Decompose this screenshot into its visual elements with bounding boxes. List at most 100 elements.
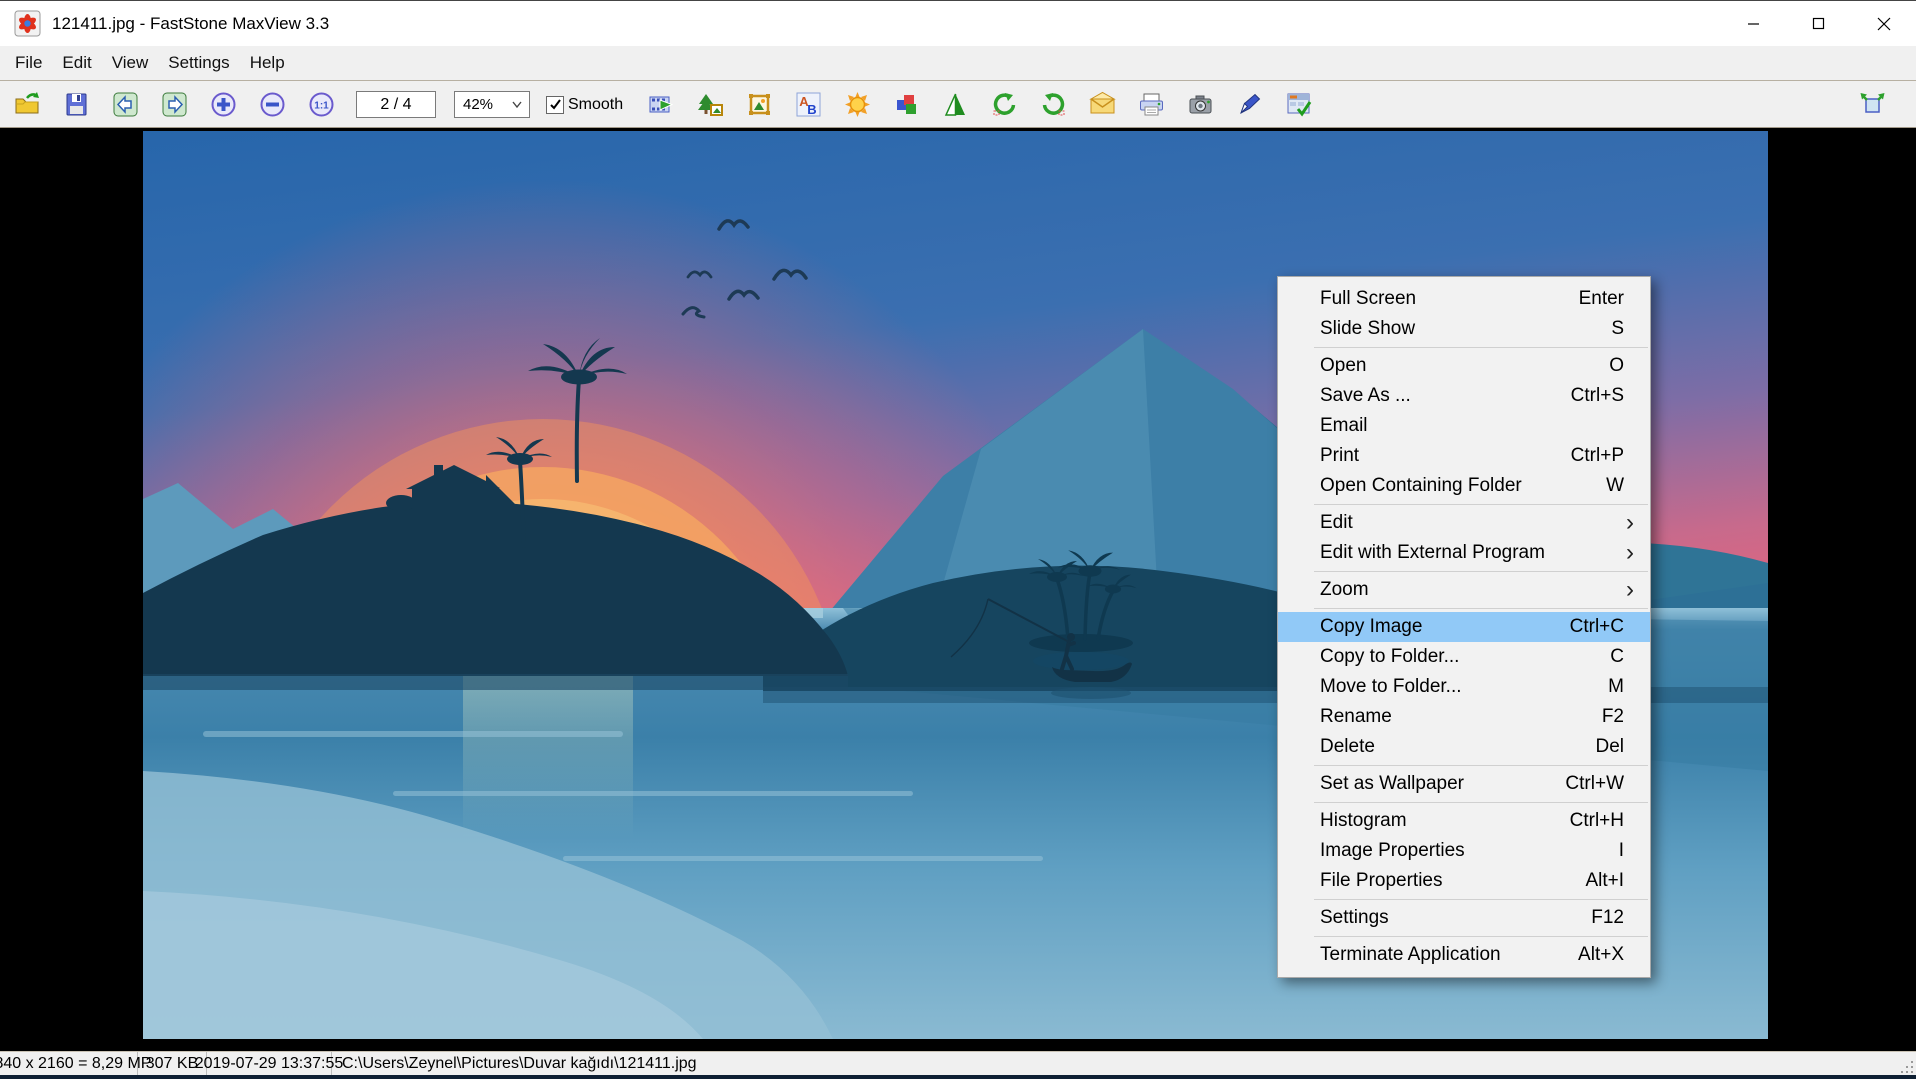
menubar-item-settings[interactable]: Settings (158, 49, 239, 77)
toolbar-edit-group: AB (647, 91, 1333, 119)
previous-image-button[interactable] (111, 91, 139, 119)
zoom-level-value: 42% (463, 96, 493, 113)
menu-item-label: Image Properties (1320, 840, 1619, 862)
crop-icon (746, 91, 773, 118)
menu-item-label: Edit (1320, 512, 1626, 534)
menu-item-shortcut: W (1606, 475, 1624, 497)
resize-button[interactable] (696, 91, 724, 119)
screen-capture-button[interactable] (1186, 91, 1214, 119)
menu-item-terminate-application[interactable]: Terminate ApplicationAlt+X (1278, 940, 1650, 970)
fullscreen-icon (1859, 91, 1886, 118)
menu-item-shortcut: F2 (1602, 706, 1624, 728)
page-indicator[interactable]: 2 / 4 (356, 91, 436, 118)
zoom-in-icon (210, 91, 237, 118)
rotate-right-button[interactable] (1039, 91, 1067, 119)
menu-item-settings[interactable]: SettingsF12 (1278, 903, 1650, 933)
adjust-colors-button[interactable]: AB (794, 91, 822, 119)
menu-item-open[interactable]: OpenO (1278, 351, 1650, 381)
menu-item-save-as[interactable]: Save As ...Ctrl+S (1278, 381, 1650, 411)
menubar-item-file[interactable]: File (5, 49, 52, 77)
open-button[interactable] (13, 91, 41, 119)
zoom-in-button[interactable] (209, 91, 237, 119)
actual-size-button[interactable]: 1:1 (307, 91, 335, 119)
menu-item-label: Delete (1320, 736, 1595, 758)
menu-item-shortcut: Ctrl+H (1570, 810, 1624, 832)
colors-button[interactable] (892, 91, 920, 119)
slideshow-button[interactable] (647, 91, 675, 119)
menu-item-open-containing-folder[interactable]: Open Containing FolderW (1278, 471, 1650, 501)
zoom-out-button[interactable] (258, 91, 286, 119)
menu-item-copy-image[interactable]: Copy ImageCtrl+C (1278, 612, 1650, 642)
menubar-item-edit[interactable]: Edit (52, 49, 101, 77)
rotate-left-button[interactable] (990, 91, 1018, 119)
menu-item-label: Rename (1320, 706, 1602, 728)
printer-icon (1138, 91, 1165, 118)
menu-item-set-as-wallpaper[interactable]: Set as WallpaperCtrl+W (1278, 769, 1650, 799)
maximize-button[interactable] (1786, 1, 1851, 46)
window-controls (1721, 1, 1916, 46)
smooth-checkbox[interactable] (546, 96, 564, 114)
menu-separator (1314, 936, 1648, 937)
menu-item-label: Settings (1320, 907, 1591, 929)
menu-item-label: Zoom (1320, 579, 1626, 601)
draw-button[interactable] (1235, 91, 1263, 119)
menu-item-rename[interactable]: RenameF2 (1278, 702, 1650, 732)
letters-ab-icon: AB (795, 91, 822, 118)
menu-item-label: Open (1320, 355, 1609, 377)
menu-item-shortcut: Alt+X (1578, 944, 1624, 966)
save-button[interactable] (62, 91, 90, 119)
menu-item-slide-show[interactable]: Slide ShowS (1278, 314, 1650, 344)
envelope-icon (1089, 91, 1116, 118)
menu-separator (1314, 504, 1648, 505)
menu-item-print[interactable]: PrintCtrl+P (1278, 441, 1650, 471)
color-squares-icon (893, 91, 920, 118)
menu-item-full-screen[interactable]: Full ScreenEnter (1278, 284, 1650, 314)
crop-button[interactable] (745, 91, 773, 119)
menu-item-shortcut: Ctrl+C (1570, 616, 1624, 638)
menu-item-label: File Properties (1320, 870, 1585, 892)
menu-item-shortcut: I (1619, 840, 1624, 862)
app-window: 121411.jpg - FastStone MaxView 3.3 FileE… (0, 0, 1916, 1078)
print-button[interactable] (1137, 91, 1165, 119)
minimize-button[interactable] (1721, 1, 1786, 46)
menu-separator (1314, 571, 1648, 572)
menu-item-zoom[interactable]: Zoom› (1278, 575, 1650, 605)
close-button[interactable] (1851, 1, 1916, 46)
zoom-level-select[interactable]: 42% (454, 91, 530, 118)
menu-item-email[interactable]: Email (1278, 411, 1650, 441)
menu-item-shortcut: Del (1595, 736, 1624, 758)
menu-item-shortcut: Ctrl+P (1571, 445, 1624, 467)
menubar-item-view[interactable]: View (102, 49, 159, 77)
flip-button[interactable] (941, 91, 969, 119)
menu-item-image-properties[interactable]: Image PropertiesI (1278, 836, 1650, 866)
menu-item-shortcut: Ctrl+W (1565, 773, 1624, 795)
menu-separator (1314, 765, 1648, 766)
camera-icon (1187, 91, 1214, 118)
menu-item-delete[interactable]: DeleteDel (1278, 732, 1650, 762)
status-bar: 3840 x 2160 = 8,29 MP 307 KB 2019-07-29 … (0, 1051, 1916, 1079)
menu-item-move-to-folder[interactable]: Move to Folder...M (1278, 672, 1650, 702)
email-button[interactable] (1088, 91, 1116, 119)
menu-item-label: Histogram (1320, 810, 1570, 832)
brightness-button[interactable] (843, 91, 871, 119)
menu-item-shortcut: Enter (1579, 288, 1624, 310)
minimize-icon (1747, 17, 1760, 30)
next-image-button[interactable] (160, 91, 188, 119)
settings-button[interactable] (1284, 91, 1312, 119)
menu-separator (1314, 899, 1648, 900)
menu-item-label: Copy Image (1320, 616, 1570, 638)
menu-item-edit[interactable]: Edit› (1278, 508, 1650, 538)
close-icon (1877, 17, 1891, 31)
menu-bar: FileEditViewSettingsHelp (0, 46, 1916, 81)
menu-item-histogram[interactable]: HistogramCtrl+H (1278, 806, 1650, 836)
submenu-arrow-icon: › (1626, 580, 1634, 600)
menu-item-file-properties[interactable]: File PropertiesAlt+I (1278, 866, 1650, 896)
rotate-left-icon (991, 91, 1018, 118)
resize-grip[interactable] (1901, 1061, 1913, 1073)
fullscreen-button[interactable] (1858, 91, 1886, 119)
app-logo-icon (14, 10, 41, 37)
menubar-item-help[interactable]: Help (240, 49, 295, 77)
one-to-one-icon: 1:1 (308, 91, 335, 118)
menu-item-edit-with-external-program[interactable]: Edit with External Program› (1278, 538, 1650, 568)
menu-item-copy-to-folder[interactable]: Copy to Folder...C (1278, 642, 1650, 672)
